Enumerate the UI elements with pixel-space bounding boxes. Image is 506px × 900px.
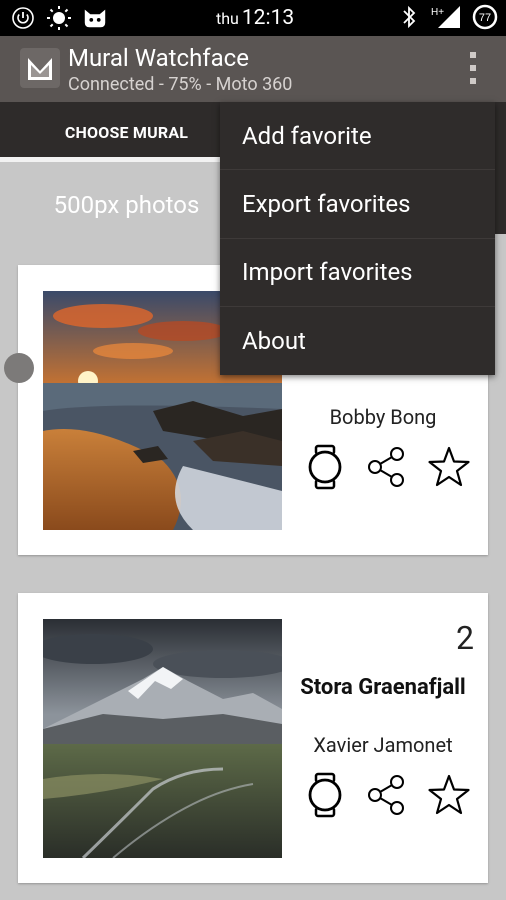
menu-item-export-favorites[interactable]: Export favorites bbox=[220, 170, 495, 239]
status-bar: thu 12:13 H+ 77 bbox=[0, 0, 506, 36]
star-icon[interactable] bbox=[426, 771, 472, 819]
connection-status: Connected - 75% - Moto 360 bbox=[68, 74, 293, 95]
card-actions bbox=[302, 443, 472, 491]
menu-item-add-favorite[interactable]: Add favorite bbox=[220, 102, 495, 171]
mural-card[interactable]: 2 Stora Graenafjall Xavier Jamonet bbox=[18, 593, 488, 883]
source-header: 500px photos bbox=[0, 162, 253, 248]
app-logo-icon[interactable] bbox=[20, 48, 60, 88]
clock-time: 12:13 bbox=[241, 6, 295, 30]
clock: thu 12:13 bbox=[216, 6, 294, 30]
action-bar: Mural Watchface Connected - 75% - Moto 3… bbox=[0, 36, 506, 102]
star-icon[interactable] bbox=[426, 443, 472, 491]
drag-handle[interactable] bbox=[4, 353, 34, 383]
bluetooth-icon bbox=[396, 4, 422, 30]
brightness-icon bbox=[46, 5, 72, 31]
tab-choose-mural[interactable]: CHOOSE MURAL bbox=[0, 102, 253, 162]
card-number: 2 bbox=[456, 619, 474, 657]
cyanogen-icon bbox=[82, 5, 108, 31]
overflow-menu-icon[interactable] bbox=[468, 52, 478, 84]
battery-level: 77 bbox=[479, 12, 491, 24]
watch-icon[interactable] bbox=[302, 771, 348, 819]
card-title: Stora Graenafjall bbox=[300, 675, 466, 700]
menu-item-import-favorites[interactable]: Import favorites bbox=[220, 239, 495, 307]
app-title: Mural Watchface bbox=[68, 44, 249, 72]
network-type: H+ bbox=[431, 7, 444, 18]
share-icon[interactable] bbox=[364, 443, 410, 491]
card-author: Bobby Bong bbox=[329, 405, 437, 429]
watch-icon[interactable] bbox=[302, 443, 348, 491]
tab-label: CHOOSE MURAL bbox=[64, 122, 189, 142]
overflow-menu: Add favorite Export favorites Import fav… bbox=[220, 102, 495, 375]
mural-photo[interactable] bbox=[43, 619, 282, 858]
signal-icon: H+ bbox=[430, 4, 464, 30]
power-icon bbox=[10, 5, 36, 31]
share-icon[interactable] bbox=[364, 771, 410, 819]
clock-day: thu bbox=[216, 9, 239, 28]
card-actions bbox=[302, 771, 472, 819]
card-author: Xavier Jamonet bbox=[313, 733, 453, 757]
menu-item-about[interactable]: About bbox=[220, 307, 495, 375]
battery-icon: 77 bbox=[472, 4, 498, 30]
